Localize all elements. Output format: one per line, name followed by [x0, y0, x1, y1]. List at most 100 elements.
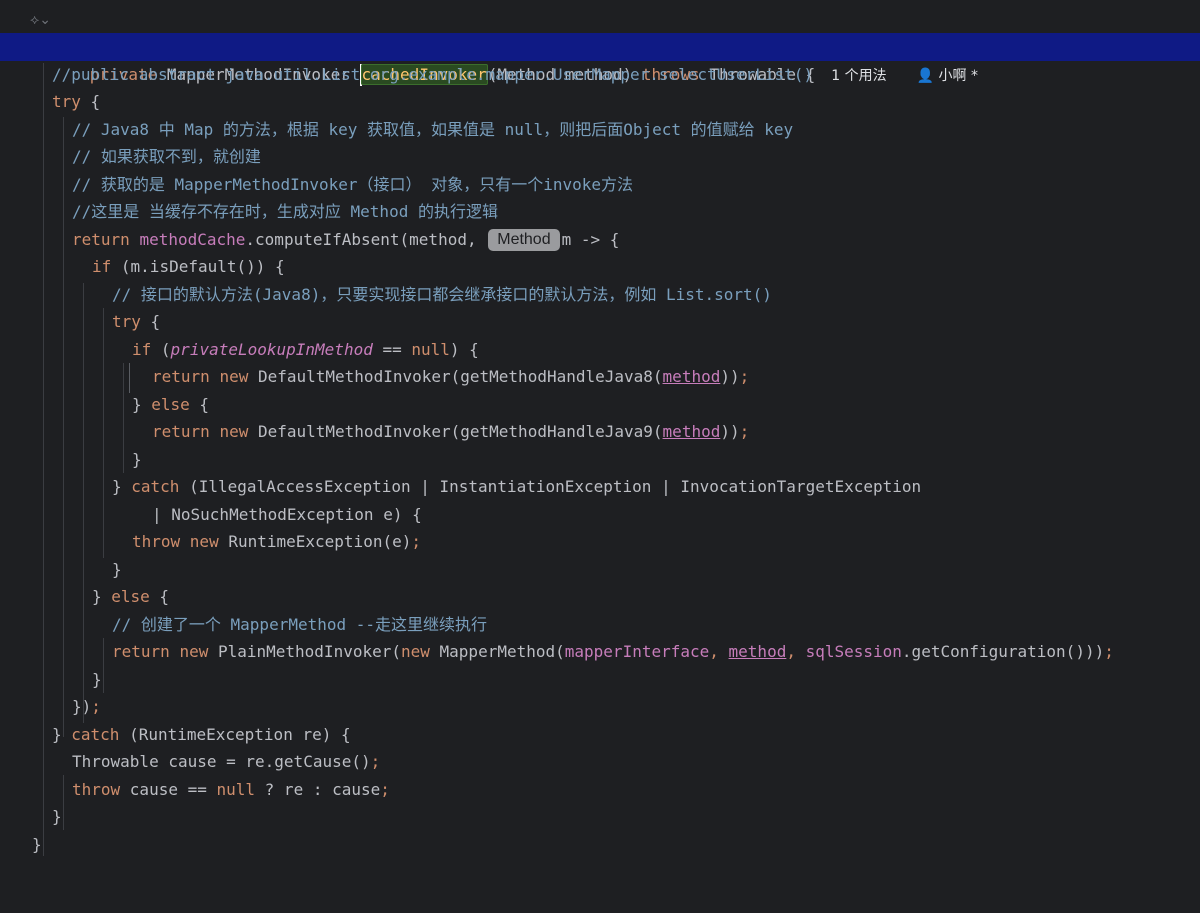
semicolon: ;: [739, 367, 750, 386]
code-line[interactable]: } catch (IllegalAccessException | Instan…: [0, 473, 1200, 501]
code-text: }: [92, 669, 102, 689]
keyword: new: [179, 642, 218, 661]
code-text: DefaultMethodInvoker(getMethodHandleJava…: [257, 422, 663, 441]
keyword: if: [132, 339, 161, 359]
parameter-reference: method: [662, 422, 721, 441]
code-text: }): [72, 697, 92, 716]
code-line[interactable]: } else {: [0, 583, 1200, 611]
keyword: null: [411, 339, 450, 359]
comma: ,: [786, 642, 806, 661]
code-line[interactable]: return new DefaultMethodInvoker(getMetho…: [0, 418, 1200, 446]
keyword: else: [111, 587, 150, 606]
keyword: return: [152, 367, 220, 386]
keyword: throw: [132, 532, 190, 551]
code-line[interactable]: if (m.isDefault()) {: [0, 253, 1200, 281]
code-line[interactable]: }: [0, 831, 1200, 859]
comment: // 创建了一个 MapperMethod --走这里继续执行: [112, 614, 488, 634]
code-line[interactable]: }: [0, 556, 1200, 584]
code-text: {: [149, 587, 170, 606]
code-text: | NoSuchMethodException e) {: [152, 504, 422, 524]
code-line[interactable]: } else {: [0, 391, 1200, 419]
keyword: new: [189, 532, 229, 551]
semicolon: ;: [1104, 642, 1114, 661]
comma: ,: [709, 642, 729, 661]
code-line[interactable]: }: [0, 446, 1200, 474]
code-line[interactable]: throw new RuntimeException(e);: [0, 528, 1200, 556]
keyword: throw: [72, 779, 130, 799]
code-line[interactable]: return new DefaultMethodInvoker(getMetho…: [0, 363, 1200, 391]
code-text: (: [160, 339, 171, 359]
code-line[interactable]: //这里是 当缓存不存在时，生成对应 Method 的执行逻辑: [0, 198, 1200, 226]
code-text: }: [32, 834, 42, 854]
comment: // 获取的是 MapperMethodInvoker（接口） 对象，只有一个i…: [72, 174, 633, 194]
field-name: methodCache: [139, 229, 246, 249]
code-line[interactable]: });: [0, 693, 1200, 721]
code-text: MapperMethod(: [439, 642, 565, 661]
code-text: Throwable cause = re.getCause(): [72, 752, 371, 771]
code-line[interactable]: try {: [0, 88, 1200, 116]
semicolon: ;: [411, 532, 421, 551]
ai-assistant-icon[interactable]: ⟡⌄: [30, 12, 51, 28]
code-line[interactable]: }: [0, 666, 1200, 694]
keyword: try: [112, 312, 141, 331]
code-line[interactable]: return new PlainMethodInvoker(new Mapper…: [0, 638, 1200, 666]
code-text: ) {: [449, 339, 479, 359]
code-text: ==: [372, 339, 412, 359]
comment: //这里是 当缓存不存在时，生成对应 Method 的执行逻辑: [72, 202, 498, 221]
parameter-reference: method: [728, 642, 787, 661]
code-line[interactable]: // 获取的是 MapperMethodInvoker（接口） 对象，只有一个i…: [0, 171, 1200, 199]
code-line[interactable]: // 创建了一个 MapperMethod --走这里继续执行: [0, 611, 1200, 639]
code-text: )): [720, 367, 740, 386]
code-text: .computeIfAbsent(method,: [245, 229, 487, 249]
code-editor[interactable]: private MapperMethodInvoker cachedInvoke…: [0, 33, 1200, 858]
code-text: m -> {: [561, 229, 620, 249]
keyword: null: [216, 779, 256, 799]
comment: // 接口的默认方法(Java8)，只要实现接口都会继承接口的默认方法，例如 L…: [112, 284, 772, 304]
code-text: }: [52, 724, 72, 744]
code-text: )): [720, 422, 740, 441]
code-line[interactable]: throw cause == null ? re : cause;: [0, 776, 1200, 804]
code-text: }: [132, 449, 142, 469]
code-text: }: [112, 559, 122, 579]
code-text: {: [140, 312, 161, 331]
comment: // 如果获取不到，就创建: [72, 147, 261, 166]
code-line[interactable]: // 接口的默认方法(Java8)，只要实现接口都会继承接口的默认方法，例如 L…: [0, 281, 1200, 309]
code-text: .getConfiguration())): [901, 642, 1105, 661]
code-text: {: [189, 394, 210, 414]
keyword: return: [72, 229, 140, 249]
code-line[interactable]: } catch (RuntimeException re) {: [0, 721, 1200, 749]
field-name: sqlSession: [805, 642, 902, 661]
keyword: return: [112, 642, 180, 661]
code-line[interactable]: Throwable cause = re.getCause();: [0, 748, 1200, 776]
keyword: new: [219, 367, 258, 386]
code-line[interactable]: | NoSuchMethodException e) {: [0, 501, 1200, 529]
semicolon: ;: [370, 752, 381, 771]
code-line-current[interactable]: private MapperMethodInvoker cachedInvoke…: [0, 33, 1200, 86]
keyword: catch: [71, 724, 130, 744]
code-line[interactable]: return methodCache.computeIfAbsent(metho…: [0, 226, 1200, 254]
code-text: RuntimeException(e): [228, 532, 412, 551]
code-line[interactable]: //public abstract java.util.List org.exa…: [0, 61, 1200, 89]
keyword: catch: [131, 477, 190, 496]
code-line[interactable]: // Java8 中 Map 的方法，根据 key 获取值，如果值是 null，…: [0, 116, 1200, 144]
code-text: }: [92, 587, 112, 606]
code-line[interactable]: try {: [0, 308, 1200, 336]
keyword: new: [219, 422, 258, 441]
code-line[interactable]: // 如果获取不到，就创建: [0, 143, 1200, 171]
code-text: (IllegalAccessException | InstantiationE…: [189, 477, 922, 496]
code-text: cause ==: [129, 779, 217, 799]
comment: // Java8 中 Map 的方法，根据 key 获取值，如果值是 null，…: [72, 119, 794, 139]
code-text: }: [112, 477, 132, 496]
keyword: else: [151, 394, 190, 414]
code-line[interactable]: }: [0, 803, 1200, 831]
code-text: ? re : cause: [255, 779, 381, 799]
code-text: (m.isDefault()) {: [120, 257, 285, 276]
keyword: try: [52, 92, 81, 111]
code-text: PlainMethodInvoker(: [217, 642, 401, 661]
code-line[interactable]: if (privateLookupInMethod == null) {: [0, 336, 1200, 364]
field-name: mapperInterface: [564, 642, 710, 661]
static-field-name: privateLookupInMethod: [170, 339, 373, 359]
code-text: DefaultMethodInvoker(getMethodHandleJava…: [257, 367, 663, 386]
semicolon: ;: [91, 697, 101, 716]
parameter-type-hint[interactable]: Method: [488, 228, 560, 251]
